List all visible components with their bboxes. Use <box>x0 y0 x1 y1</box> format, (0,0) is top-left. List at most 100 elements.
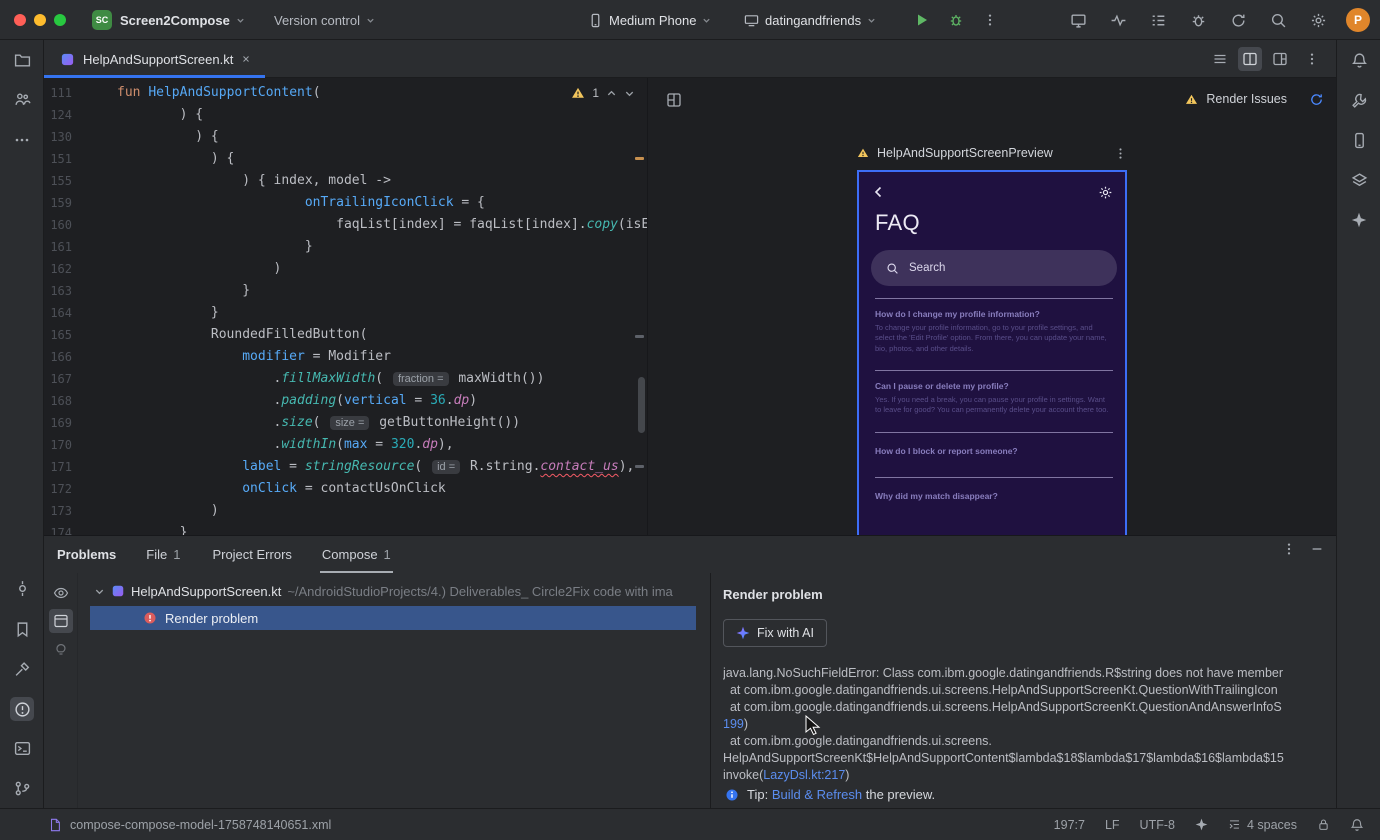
code-line-169[interactable]: 169 .size( size = getButtonHeight()) <box>44 412 647 434</box>
debug-button[interactable] <box>944 8 968 32</box>
refresh-preview-icon[interactable] <box>1309 92 1324 107</box>
code-line-162[interactable]: 162) <box>44 258 647 280</box>
people-tool-icon[interactable] <box>10 87 34 111</box>
close-window-button[interactable] <box>14 14 26 26</box>
preview-eye-icon[interactable] <box>49 581 73 605</box>
render-issues-status[interactable]: Render Issues <box>1185 78 1324 120</box>
device-selector[interactable]: Medium Phone <box>588 0 711 40</box>
faq-item-1[interactable]: How do I change my profile information? T… <box>875 298 1113 370</box>
layout-inspector-icon[interactable] <box>1066 8 1090 32</box>
resource-manager-tool-icon[interactable] <box>1347 168 1371 192</box>
code-line-151[interactable]: 151) { <box>44 148 647 170</box>
code-editor[interactable]: 111 fun HelpAndSupportContent(124) {130) … <box>44 78 647 535</box>
cursor-position-indicator[interactable]: 197:7 <box>1054 818 1085 832</box>
stack-trace-link[interactable]: LazyDsl.kt:217 <box>763 768 845 782</box>
run-button[interactable] <box>910 8 934 32</box>
stack-trace-link[interactable]: 199 <box>723 717 744 731</box>
status-file[interactable]: compose-compose-model-1758748140651.xml <box>48 818 331 832</box>
next-issue-icon[interactable] <box>624 88 635 99</box>
faq-search-bar[interactable]: Search <box>871 250 1117 286</box>
tab-project-errors[interactable]: Project Errors <box>212 536 291 573</box>
preview-layout-icon[interactable] <box>1268 47 1292 71</box>
preview-grid-layout-icon[interactable] <box>662 88 686 112</box>
problems-tool-icon[interactable] <box>10 697 34 721</box>
code-line-171[interactable]: 171 label = stringResource( id = R.string… <box>44 456 647 478</box>
phone-preview-frame[interactable]: FAQ Search How do I change my profile in… <box>857 170 1127 535</box>
zoom-window-button[interactable] <box>54 14 66 26</box>
code-line-166[interactable]: 166 modifier = Modifier <box>44 346 647 368</box>
split-editor-icon[interactable] <box>1238 47 1262 71</box>
gradle-sync-icon[interactable] <box>1226 8 1250 32</box>
more-run-options-kebab[interactable] <box>978 8 1002 32</box>
editor-list-icon[interactable] <box>1208 47 1232 71</box>
bookmarks-tool-icon[interactable] <box>10 617 34 641</box>
minimize-window-button[interactable] <box>34 14 46 26</box>
gradle-tool-icon[interactable] <box>1347 88 1371 112</box>
code-line-160[interactable]: 160 faqList[index] = faqList[index].copy(… <box>44 214 647 236</box>
todo-list-icon[interactable] <box>1146 8 1170 32</box>
chevron-down-icon[interactable] <box>94 586 105 597</box>
project-tool-icon[interactable] <box>10 48 34 72</box>
encoding-indicator[interactable]: UTF-8 <box>1140 818 1175 832</box>
lightbulb-icon[interactable] <box>49 637 73 661</box>
preview-options-kebab[interactable] <box>1114 147 1127 160</box>
indent-indicator[interactable]: 4 spaces <box>1228 818 1297 832</box>
back-chevron-icon[interactable] <box>867 180 891 204</box>
code-line-163[interactable]: 163} <box>44 280 647 302</box>
build-tool-icon[interactable] <box>10 657 34 681</box>
settings-gear-icon[interactable] <box>1093 180 1117 204</box>
app-quality-insights-icon[interactable] <box>1186 8 1210 32</box>
profiler-icon[interactable] <box>1106 8 1130 32</box>
code-line-130[interactable]: 130) { <box>44 126 647 148</box>
warning-stripe-mark[interactable] <box>635 157 644 160</box>
ai-status-icon[interactable] <box>1195 818 1208 831</box>
user-avatar[interactable]: P <box>1346 8 1370 32</box>
editor-scrollbar[interactable] <box>638 377 645 433</box>
editor-options-kebab[interactable] <box>1300 47 1324 71</box>
close-tab-icon[interactable] <box>241 54 251 64</box>
previous-issue-icon[interactable] <box>606 88 617 99</box>
faq-item-3[interactable]: How do I block or report someone? <box>875 431 1113 477</box>
tab-helpandsupportscreen[interactable]: HelpAndSupportScreen.kt <box>44 40 266 78</box>
lock-icon[interactable] <box>1317 818 1330 831</box>
more-tool-windows-icon[interactable] <box>10 128 34 152</box>
settings-gear-icon[interactable] <box>1306 8 1330 32</box>
stripe-mark[interactable] <box>635 465 644 468</box>
run-configuration-selector[interactable]: datingandfriends <box>744 0 876 40</box>
faq-item-4[interactable]: Why did my match disappear? <box>875 476 1113 522</box>
faq-item-2[interactable]: Can I pause or delete my profile? Yes. If… <box>875 370 1113 432</box>
panel-options-kebab[interactable] <box>1282 542 1296 556</box>
build-refresh-link[interactable]: Build & Refresh <box>772 787 862 802</box>
code-line-165[interactable]: 165 RoundedFilledButton( <box>44 324 647 346</box>
tab-compose[interactable]: Compose 1 <box>319 536 393 573</box>
vcs-menu[interactable]: Version control <box>274 0 375 40</box>
ai-assistant-tool-icon[interactable] <box>1347 208 1371 232</box>
code-line-167[interactable]: 167 .fillMaxWidth( fraction = maxWidth()) <box>44 368 647 390</box>
render-problem-row[interactable]: Render problem <box>90 606 696 630</box>
search-icon[interactable] <box>1266 8 1290 32</box>
device-manager-tool-icon[interactable] <box>1347 128 1371 152</box>
notifications-icon[interactable] <box>1350 818 1364 832</box>
code-line-168[interactable]: 168 .padding(vertical = 36.dp) <box>44 390 647 412</box>
stripe-mark[interactable] <box>635 335 644 338</box>
code-line-159[interactable]: 159 onTrailingIconClick = { <box>44 192 647 214</box>
problems-file-row[interactable]: HelpAndSupportScreen.kt ~/AndroidStudioP… <box>90 579 710 603</box>
code-line-124[interactable]: 124) { <box>44 104 647 126</box>
code-line-155[interactable]: 155) { index, model -> <box>44 170 647 192</box>
code-line-164[interactable]: 164} <box>44 302 647 324</box>
code-line-170[interactable]: 170 .widthIn(max = 320.dp), <box>44 434 647 456</box>
code-line-161[interactable]: 161} <box>44 236 647 258</box>
code-line-172[interactable]: 172 onClick = contactUsOnClick <box>44 478 647 500</box>
details-pane-toggle-icon[interactable] <box>49 609 73 633</box>
code-line-173[interactable]: 173) <box>44 500 647 522</box>
project-menu[interactable]: Screen2Compose <box>120 0 245 40</box>
version-control-tool-icon[interactable] <box>10 776 34 800</box>
line-separator-indicator[interactable]: LF <box>1105 818 1120 832</box>
code-line-174[interactable]: 174} <box>44 522 647 535</box>
code-line-111[interactable]: 111 fun HelpAndSupportContent( <box>44 82 647 104</box>
notifications-tool-icon[interactable] <box>1347 48 1371 72</box>
commit-tool-icon[interactable] <box>10 576 34 600</box>
inspections-widget[interactable]: 1 <box>571 86 635 100</box>
terminal-tool-icon[interactable] <box>10 736 34 760</box>
tab-file[interactable]: File 1 <box>146 536 180 573</box>
